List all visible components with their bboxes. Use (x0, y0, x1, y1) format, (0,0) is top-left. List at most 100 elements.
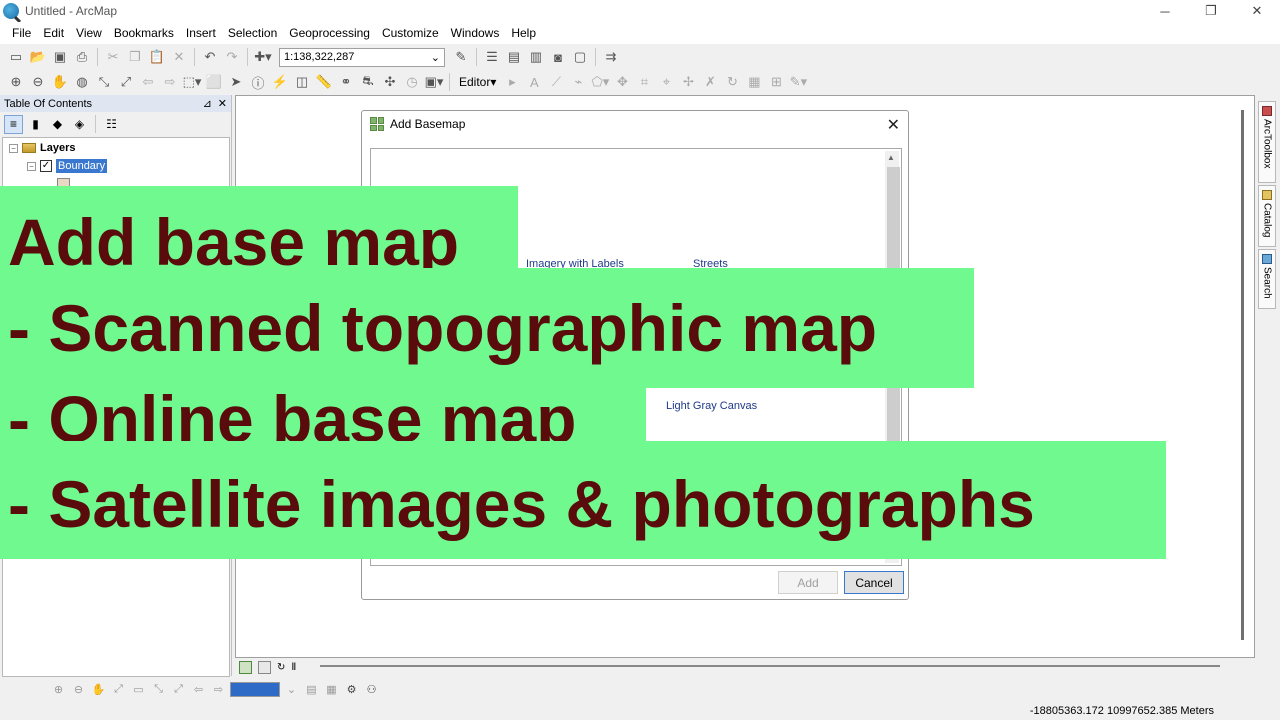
forward-page-icon[interactable]: ⇨ (210, 681, 227, 698)
zoom-100-icon[interactable]: ▭ (130, 681, 147, 698)
data-driven-pages-icon[interactable]: ⚇ (363, 681, 380, 698)
catalog-tab[interactable]: Catalog (1258, 185, 1276, 247)
options-icon[interactable]: ☷ (102, 115, 121, 134)
scroll-up-icon[interactable]: ▲ (887, 153, 895, 162)
minimize-button[interactable]: ─ (1142, 0, 1188, 22)
create-viewer-window-icon[interactable]: ▣▾ (424, 72, 444, 92)
identify-icon[interactable]: ⓘ (248, 72, 268, 92)
measure-icon[interactable]: 📏 (314, 72, 334, 92)
cancel-button[interactable]: Cancel (844, 571, 904, 594)
pause-drawing-icon[interactable]: Ⅱ (291, 662, 296, 673)
add-data-icon[interactable]: ✚▾ (253, 47, 273, 67)
close-window-button[interactable]: ✕ (1234, 0, 1280, 22)
fixed-zoom-out-icon[interactable]: ⤢ (116, 72, 136, 92)
boundary-layer-label[interactable]: Boundary (56, 159, 108, 173)
go-to-xy-icon[interactable]: ✣ (380, 72, 400, 92)
paste-icon[interactable]: 📋 (147, 47, 167, 67)
list-by-visibility-icon[interactable]: ◆ (48, 115, 67, 134)
polygon-icon[interactable]: ⬠▾ (590, 72, 610, 92)
python-window-icon[interactable]: ▢ (570, 47, 590, 67)
back-extent-icon[interactable]: ⇦ (138, 72, 158, 92)
pan-hand-icon[interactable]: ✋ (50, 72, 70, 92)
rotate-icon[interactable]: ↻ (722, 72, 742, 92)
editor-toolbar-icon[interactable]: ✎ (451, 47, 471, 67)
basemap-light-gray-canvas[interactable]: Light Gray Canvas (666, 400, 757, 412)
search-window-icon[interactable]: ▥ (526, 47, 546, 67)
menu-view[interactable]: View (70, 26, 108, 40)
html-popup-icon[interactable]: ◫ (292, 72, 312, 92)
zoom-in-icon[interactable]: ⊕ (6, 72, 26, 92)
forward-extent-icon[interactable]: ⇨ (160, 72, 180, 92)
boundary-layer-row[interactable]: − ✓ Boundary (27, 159, 108, 173)
list-by-source-icon[interactable]: ▮ (26, 115, 45, 134)
move-icon[interactable]: ✢ (678, 72, 698, 92)
zoom-in-page-icon[interactable]: ⊕ (50, 681, 67, 698)
map-scale-combobox[interactable]: 1:138,322,287 ⌄ (279, 47, 445, 67)
arctoolbox-icon[interactable]: ◙ (548, 47, 568, 67)
page-zoom-combobox[interactable] (230, 681, 280, 697)
close-icon[interactable]: ✕ (218, 97, 227, 110)
copy-icon[interactable]: ❐ (125, 47, 145, 67)
pan-page-icon[interactable]: ✋ (90, 681, 107, 698)
editor-menu-button[interactable]: Editor▾ (455, 75, 500, 89)
cut-icon[interactable]: ✂ (103, 47, 123, 67)
sketch-properties-icon[interactable]: ⊞ (766, 72, 786, 92)
save-icon[interactable]: ▣ (50, 47, 70, 67)
menu-insert[interactable]: Insert (180, 26, 222, 40)
split-tool-icon[interactable]: ✗ (700, 72, 720, 92)
menu-edit[interactable]: Edit (37, 26, 70, 40)
zoom-out-icon[interactable]: ⊖ (28, 72, 48, 92)
select-elements-arrow-icon[interactable]: ➤ (226, 72, 246, 92)
edit-tool-icon[interactable]: ▸ (502, 72, 522, 92)
list-by-selection-icon[interactable]: ◈ (70, 115, 89, 134)
delete-icon[interactable]: ✕ (169, 47, 189, 67)
model-builder-icon[interactable]: ⇉ (601, 47, 621, 67)
list-by-drawing-order-icon[interactable]: ≡ (4, 114, 23, 134)
redo-icon[interactable]: ↷ (222, 47, 242, 67)
back-page-icon[interactable]: ⇦ (190, 681, 207, 698)
toggle-draft-mode-icon[interactable]: ▤ (303, 681, 320, 698)
zoom-out-page-icon[interactable]: ⊖ (70, 681, 87, 698)
full-extent-globe-icon[interactable]: ◍ (72, 72, 92, 92)
layer-visibility-checkbox[interactable]: ✓ (40, 160, 52, 172)
attributes-icon[interactable]: ▦ (744, 72, 764, 92)
open-folder-icon[interactable]: 📂 (28, 47, 48, 67)
data-view-icon[interactable] (239, 660, 252, 674)
collapse-icon[interactable]: − (9, 143, 18, 153)
reshape-icon[interactable]: ⌗ (634, 72, 654, 92)
edit-annotation-icon[interactable]: A (524, 72, 544, 92)
time-slider-icon[interactable]: ◷ (402, 72, 422, 92)
close-icon[interactable]: ✕ (887, 115, 900, 135)
cut-polygon-icon[interactable]: ⌖ (656, 72, 676, 92)
find-route-icon[interactable]: ⛐ (358, 72, 378, 92)
menu-customize[interactable]: Customize (376, 26, 445, 40)
fixed-zoom-out-page-icon[interactable]: ⤢ (170, 681, 187, 698)
change-layout-icon[interactable]: ⚙ (343, 681, 360, 698)
fixed-zoom-in-page-icon[interactable]: ⤡ (150, 681, 167, 698)
zoom-whole-page-icon[interactable]: ⤢ (110, 681, 127, 698)
new-document-icon[interactable]: ▭ (6, 47, 26, 67)
focus-data-frame-icon[interactable]: ▦ (323, 681, 340, 698)
menu-windows[interactable]: Windows (445, 26, 506, 40)
arctoolbox-tab[interactable]: ArcToolbox (1258, 101, 1276, 183)
create-features-icon[interactable]: ✎▾ (788, 72, 808, 92)
straight-segment-icon[interactable]: ⟋ (546, 72, 566, 92)
table-of-contents-icon[interactable]: ☰ (482, 47, 502, 67)
map-vertical-scrollbar[interactable] (1241, 110, 1244, 640)
layers-group-row[interactable]: − Layers (9, 142, 75, 154)
map-horizontal-scrollbar[interactable] (320, 665, 1220, 667)
refresh-icon[interactable]: ↻ (277, 662, 285, 673)
chevron-down-icon[interactable]: ⌄ (283, 681, 300, 698)
menu-bookmarks[interactable]: Bookmarks (108, 26, 180, 40)
menu-file[interactable]: File (6, 26, 37, 40)
layout-view-icon[interactable] (258, 660, 271, 674)
menu-selection[interactable]: Selection (222, 26, 283, 40)
trace-icon[interactable]: ⌁ (568, 72, 588, 92)
search-tab[interactable]: Search (1258, 249, 1276, 309)
restore-button[interactable]: ❐ (1188, 0, 1234, 22)
collapse-icon[interactable]: − (27, 161, 36, 171)
find-binoculars-icon[interactable]: ⚭ (336, 72, 356, 92)
hyperlink-icon[interactable]: ⚡ (270, 72, 290, 92)
select-features-icon[interactable]: ⬚▾ (182, 72, 202, 92)
undo-icon[interactable]: ↶ (200, 47, 220, 67)
